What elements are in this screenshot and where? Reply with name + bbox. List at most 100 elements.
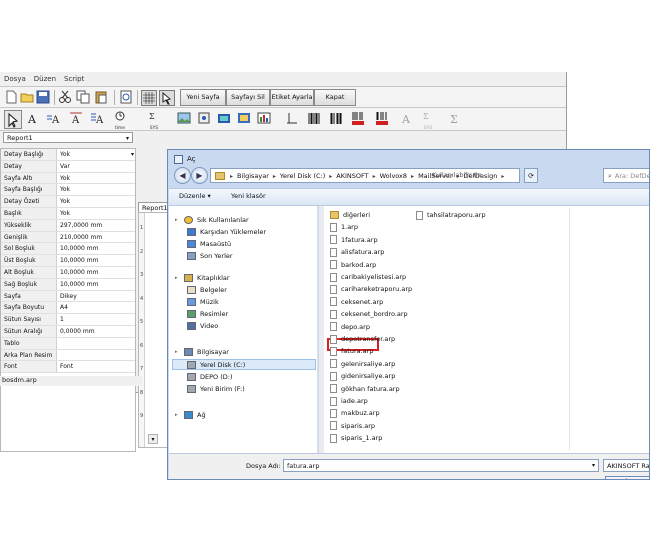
property-row[interactable]: Arka Plan Resim <box>1 349 135 362</box>
property-row[interactable]: Yükseklik 297,0000 mm <box>1 219 135 232</box>
scroll-down-arrow-icon[interactable]: ▾ <box>148 434 158 444</box>
property-value[interactable]: Yok <box>60 173 70 184</box>
file-item[interactable]: siparis_1.arp <box>330 433 382 443</box>
property-value[interactable]: Dikey <box>60 291 77 302</box>
file-item[interactable]: carihareketraporu.arp <box>330 284 412 294</box>
property-row[interactable]: Sayfa Boyutu A4 <box>1 302 135 315</box>
nav-item[interactable]: Video <box>187 321 218 331</box>
property-value[interactable]: 10,0000 mm <box>60 255 98 266</box>
property-value[interactable]: A4 <box>60 302 68 313</box>
breadcrumb-item[interactable]: AKINSOFT <box>336 172 368 180</box>
line-tool-icon[interactable] <box>284 110 300 127</box>
new-page-button[interactable]: Yeni Sayfa <box>180 89 226 106</box>
property-value[interactable]: Font <box>60 361 73 372</box>
property-row[interactable]: Başlık Yok <box>1 208 135 220</box>
expand-arrow-icon[interactable]: ▸ <box>175 215 180 225</box>
field-text-tool-icon[interactable]: A <box>68 110 84 127</box>
barcode-tool-icon[interactable] <box>306 110 322 127</box>
breadcrumb-separator-icon[interactable]: ▸ <box>411 173 414 180</box>
new-folder-button[interactable]: Yeni klasör <box>231 191 266 202</box>
search-input[interactable]: ⌕Ara: DefDesign <box>603 168 649 183</box>
chevron-down-icon[interactable]: ▾ <box>592 460 595 472</box>
property-row[interactable]: Detay Var <box>1 160 135 173</box>
nav-item[interactable]: Karşıdan Yüklemeler <box>187 227 266 237</box>
breadcrumb-separator-icon[interactable]: ▸ <box>373 173 376 180</box>
property-row[interactable]: Alt Boşluk 10,0000 mm <box>1 267 135 279</box>
chevron-down-icon[interactable]: ▾ <box>131 149 134 160</box>
file-item[interactable]: gidenirsaliye.arp <box>330 371 395 381</box>
file-item[interactable]: gelenirsaliye.arp <box>330 359 395 369</box>
image-tool-icon[interactable] <box>176 110 192 127</box>
property-row[interactable]: Genişlik 210,0000 mm <box>1 231 135 244</box>
property-row[interactable]: Detay Özeti Yok <box>1 196 135 208</box>
menu-duzen[interactable]: Düzen <box>34 75 56 85</box>
nav-item[interactable]: ▸ Bilgisayar <box>175 347 229 357</box>
nav-item[interactable]: Yeni Birim (F:) <box>187 384 245 394</box>
property-value[interactable]: Yok <box>60 208 70 219</box>
open-folder-icon[interactable] <box>20 90 34 104</box>
file-item[interactable]: makbuz.arp <box>330 408 380 418</box>
property-value[interactable]: Yok <box>60 184 70 195</box>
refresh-icon[interactable]: ⟳ <box>524 168 538 183</box>
property-row[interactable]: Tablo <box>1 337 135 350</box>
property-value[interactable]: 10,0000 mm <box>60 267 98 278</box>
property-value[interactable]: Var <box>60 161 70 172</box>
tab-report1[interactable]: Report1 <box>138 202 170 212</box>
property-value[interactable]: 0,0000 mm <box>60 326 95 337</box>
barcode-2of5b-tool-icon[interactable] <box>374 110 390 127</box>
snap-toggle-icon[interactable] <box>159 90 175 106</box>
nav-item[interactable]: DEPO (D:) <box>187 372 232 382</box>
delete-page-button[interactable]: Sayfayı Sil <box>226 89 270 106</box>
chart-tool-icon[interactable] <box>256 110 272 127</box>
nav-item[interactable]: Müzik <box>187 297 219 307</box>
property-row[interactable]: Sayfa Başlığı Yok <box>1 184 135 197</box>
breadcrumb-item[interactable]: Bilgisayar <box>237 172 269 180</box>
nav-item[interactable]: Masaüstü <box>187 239 231 249</box>
back-arrow-icon[interactable]: ◀ <box>174 167 191 184</box>
file-item[interactable]: gökhan fatura.arp <box>330 384 400 394</box>
open-button[interactable]: Aç <box>605 476 649 479</box>
nav-item[interactable]: ▸ Sık Kullanılanlar <box>175 215 249 225</box>
property-value[interactable]: Yok <box>60 196 70 207</box>
barcode2-tool-icon[interactable] <box>328 110 344 127</box>
close-button[interactable]: Kapat <box>314 89 356 106</box>
memo-tool-icon[interactable]: A <box>90 110 106 127</box>
property-row[interactable]: Detay Başlığı Yok ▾ <box>1 149 135 161</box>
file-item[interactable]: siparis.arp <box>330 421 375 431</box>
label-settings-button[interactable]: Etiket Ayarla <box>270 89 314 106</box>
property-value[interactable]: Yok <box>60 149 70 160</box>
report-selector[interactable]: Report1 ▾ <box>3 132 133 143</box>
save-icon[interactable] <box>36 90 50 104</box>
file-item[interactable]: ceksenet.arp <box>330 297 383 307</box>
breadcrumb-separator-icon[interactable]: ▸ <box>273 173 276 180</box>
organize-button[interactable]: Düzenle ▾ <box>179 191 211 202</box>
nav-item[interactable]: ▸ Kitaplıklar <box>175 273 230 283</box>
file-item[interactable]: depo.arp <box>330 322 370 332</box>
nav-item[interactable]: ▸ Ağ <box>175 410 206 420</box>
property-value[interactable]: 210,0000 mm <box>60 232 102 243</box>
cut-icon[interactable] <box>58 90 72 104</box>
property-row[interactable]: Sütun Sayısı 1 <box>1 314 135 326</box>
file-item[interactable]: 1fatura.arp <box>330 235 378 245</box>
pointer-tool-icon[interactable] <box>4 110 22 129</box>
preview-icon[interactable] <box>119 90 133 104</box>
grid-toggle-icon[interactable] <box>141 90 157 106</box>
expand-arrow-icon[interactable]: ▸ <box>175 347 180 357</box>
breadcrumb-separator-icon[interactable]: ▸ <box>329 173 332 180</box>
copy-icon[interactable] <box>76 90 90 104</box>
file-item[interactable]: depotransfer.arp <box>330 334 395 344</box>
folder-item[interactable]: diğerleri <box>330 210 370 220</box>
db-image-tool-icon[interactable] <box>196 110 212 127</box>
breadcrumb-item[interactable]: Wolvox8 <box>380 172 407 180</box>
file-item[interactable]: ceksenet_bordro.arp <box>330 309 408 319</box>
file-item[interactable]: alisfatura.arp <box>330 247 384 257</box>
breadcrumb-item[interactable]: Yerel Disk (C:) <box>280 172 325 180</box>
menu-dosya[interactable]: Dosya <box>4 75 26 85</box>
new-file-icon[interactable] <box>4 90 18 104</box>
property-value[interactable]: 1 <box>60 314 64 325</box>
paste-icon[interactable] <box>94 90 108 104</box>
file-item[interactable]: iade.arp <box>330 396 368 406</box>
property-value[interactable]: 297,0000 mm <box>60 220 102 231</box>
file-item[interactable]: barkod.arp <box>330 260 376 270</box>
file-item[interactable]: tahsilatraporu.arp <box>416 210 486 220</box>
